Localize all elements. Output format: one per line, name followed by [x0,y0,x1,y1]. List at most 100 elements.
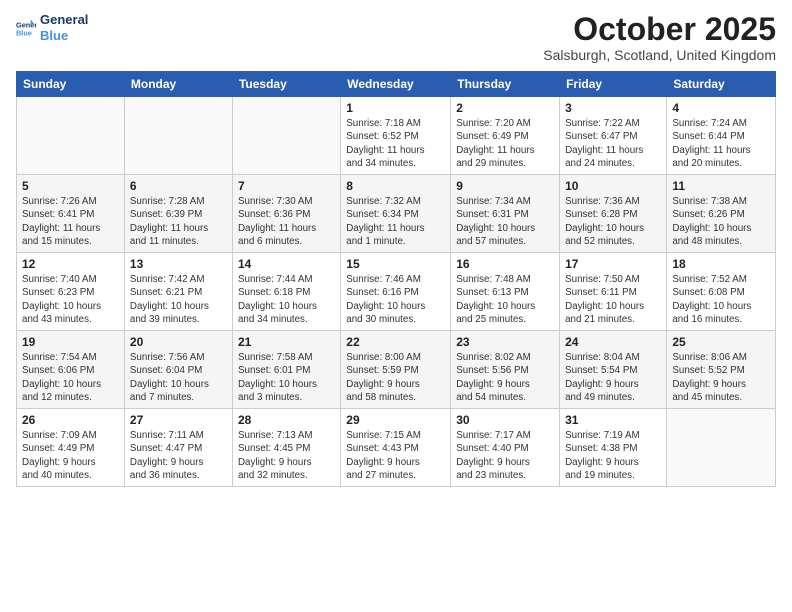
calendar-cell: 28Sunrise: 7:13 AM Sunset: 4:45 PM Dayli… [232,409,340,487]
weekday-tuesday: Tuesday [232,72,340,97]
day-number: 6 [130,179,227,193]
calendar-cell: 7 Sunrise: 7:30 AM Sunset: 6:36 PM Daylig… [232,175,340,253]
day-info: Sunrise: 7:11 AM Sunset: 4:47 PM Dayligh… [130,429,227,482]
calendar-cell [232,97,340,175]
calendar-cell: 17 Sunrise: 7:50 AM Sunset: 6:11 PM Dayli… [560,253,667,331]
day-number: 22 [346,335,445,349]
svg-text:Blue: Blue [16,28,32,37]
day-info: Sunrise: 7:46 AM Sunset: 6:16 PM Dayligh… [346,273,445,326]
calendar-cell: 16 Sunrise: 7:48 AM Sunset: 6:13 PM Dayli… [451,253,560,331]
day-number: 31 [565,413,661,427]
calendar-cell: 8Sunrise: 7:32 AM Sunset: 6:34 PM Daylig… [341,175,451,253]
day-number: 18 [672,257,770,271]
day-number: 26 [22,413,119,427]
day-info: Sunrise: 7:58 AM Sunset: 6:01 PM Dayligh… [238,351,335,404]
day-info: Sunrise: 7:40 AM Sunset: 6:23 PM Dayligh… [22,273,119,326]
day-number: 19 [22,335,119,349]
day-number: 21 [238,335,335,349]
weekday-header-row: SundayMondayTuesdayWednesdayThursdayFrid… [17,72,776,97]
calendar-cell: 12Sunrise: 7:40 AM Sunset: 6:23 PM Dayli… [17,253,125,331]
day-number: 7 [238,179,335,193]
calendar-cell: 11Sunrise: 7:38 AM Sunset: 6:26 PM Dayli… [667,175,776,253]
weekday-thursday: Thursday [451,72,560,97]
logo-blue: Blue [40,28,88,44]
day-number: 2 [456,101,554,115]
calendar-cell [667,409,776,487]
day-info: Sunrise: 7:54 AM Sunset: 6:06 PM Dayligh… [22,351,119,404]
week-row-3: 12Sunrise: 7:40 AM Sunset: 6:23 PM Dayli… [17,253,776,331]
calendar-cell: 2 Sunrise: 7:20 AM Sunset: 6:49 PM Daylig… [451,97,560,175]
calendar-cell: 3Sunrise: 7:22 AM Sunset: 6:47 PM Daylig… [560,97,667,175]
weekday-saturday: Saturday [667,72,776,97]
weekday-monday: Monday [124,72,232,97]
calendar-cell: 4 Sunrise: 7:24 AM Sunset: 6:44 PM Daylig… [667,97,776,175]
week-row-2: 5Sunrise: 7:26 AM Sunset: 6:41 PM Daylig… [17,175,776,253]
calendar-table: SundayMondayTuesdayWednesdayThursdayFrid… [16,71,776,487]
calendar-cell: 10 Sunrise: 7:36 AM Sunset: 6:28 PM Dayli… [560,175,667,253]
day-info: Sunrise: 7:19 AM Sunset: 4:38 PM Dayligh… [565,429,661,482]
calendar-cell: 1 Sunrise: 7:18 AM Sunset: 6:52 PM Daylig… [341,97,451,175]
day-number: 13 [130,257,227,271]
weekday-wednesday: Wednesday [341,72,451,97]
day-info: Sunrise: 7:22 AM Sunset: 6:47 PM Dayligh… [565,117,661,170]
day-number: 1 [346,101,445,115]
calendar-cell: 13 Sunrise: 7:42 AM Sunset: 6:21 PM Dayli… [124,253,232,331]
day-info: Sunrise: 7:56 AM Sunset: 6:04 PM Dayligh… [130,351,227,404]
calendar-cell: 29Sunrise: 7:15 AM Sunset: 4:43 PM Dayli… [341,409,451,487]
day-info: Sunrise: 7:36 AM Sunset: 6:28 PM Dayligh… [565,195,661,248]
day-info: Sunrise: 7:13 AM Sunset: 4:45 PM Dayligh… [238,429,335,482]
day-number: 23 [456,335,554,349]
day-info: Sunrise: 7:20 AM Sunset: 6:49 PM Dayligh… [456,117,554,170]
day-info: Sunrise: 7:34 AM Sunset: 6:31 PM Dayligh… [456,195,554,248]
day-info: Sunrise: 7:24 AM Sunset: 6:44 PM Dayligh… [672,117,770,170]
day-info: Sunrise: 7:28 AM Sunset: 6:39 PM Dayligh… [130,195,227,248]
day-number: 8 [346,179,445,193]
calendar-cell: 26 Sunrise: 7:09 AM Sunset: 4:49 PM Dayli… [17,409,125,487]
calendar-cell [17,97,125,175]
day-info: Sunrise: 7:42 AM Sunset: 6:21 PM Dayligh… [130,273,227,326]
day-number: 9 [456,179,554,193]
day-number: 10 [565,179,661,193]
day-number: 25 [672,335,770,349]
week-row-1: 1 Sunrise: 7:18 AM Sunset: 6:52 PM Daylig… [17,97,776,175]
day-info: Sunrise: 8:06 AM Sunset: 5:52 PM Dayligh… [672,351,770,404]
day-info: Sunrise: 7:52 AM Sunset: 6:08 PM Dayligh… [672,273,770,326]
calendar-cell: 24 Sunrise: 8:04 AM Sunset: 5:54 PM Dayli… [560,331,667,409]
calendar-cell: 31 Sunrise: 7:19 AM Sunset: 4:38 PM Dayli… [560,409,667,487]
day-info: Sunrise: 7:50 AM Sunset: 6:11 PM Dayligh… [565,273,661,326]
title-block: October 2025 Salsburgh, Scotland, United… [543,12,776,63]
day-number: 29 [346,413,445,427]
day-number: 14 [238,257,335,271]
calendar-cell: 18 Sunrise: 7:52 AM Sunset: 6:08 PM Dayli… [667,253,776,331]
day-info: Sunrise: 7:30 AM Sunset: 6:36 PM Dayligh… [238,195,335,248]
day-info: Sunrise: 7:09 AM Sunset: 4:49 PM Dayligh… [22,429,119,482]
day-info: Sunrise: 8:04 AM Sunset: 5:54 PM Dayligh… [565,351,661,404]
calendar-cell: 23Sunrise: 8:02 AM Sunset: 5:56 PM Dayli… [451,331,560,409]
day-info: Sunrise: 7:48 AM Sunset: 6:13 PM Dayligh… [456,273,554,326]
day-number: 11 [672,179,770,193]
day-info: Sunrise: 7:18 AM Sunset: 6:52 PM Dayligh… [346,117,445,170]
calendar-cell: 30 Sunrise: 7:17 AM Sunset: 4:40 PM Dayli… [451,409,560,487]
day-info: Sunrise: 7:44 AM Sunset: 6:18 PM Dayligh… [238,273,335,326]
calendar-cell: 9 Sunrise: 7:34 AM Sunset: 6:31 PM Daylig… [451,175,560,253]
day-info: Sunrise: 7:17 AM Sunset: 4:40 PM Dayligh… [456,429,554,482]
day-info: Sunrise: 8:00 AM Sunset: 5:59 PM Dayligh… [346,351,445,404]
day-number: 30 [456,413,554,427]
day-number: 4 [672,101,770,115]
month-title: October 2025 [543,12,776,47]
logo-general: General [40,12,88,28]
calendar-cell: 6 Sunrise: 7:28 AM Sunset: 6:39 PM Daylig… [124,175,232,253]
day-number: 16 [456,257,554,271]
day-number: 17 [565,257,661,271]
calendar-cell: 5Sunrise: 7:26 AM Sunset: 6:41 PM Daylig… [17,175,125,253]
page-header: General Blue General Blue October 2025 S… [16,12,776,63]
day-number: 27 [130,413,227,427]
calendar-cell: 19 Sunrise: 7:54 AM Sunset: 6:06 PM Dayli… [17,331,125,409]
day-number: 24 [565,335,661,349]
week-row-4: 19 Sunrise: 7:54 AM Sunset: 6:06 PM Dayli… [17,331,776,409]
calendar-cell: 21 Sunrise: 7:58 AM Sunset: 6:01 PM Dayli… [232,331,340,409]
calendar-cell: 15 Sunrise: 7:46 AM Sunset: 6:16 PM Dayli… [341,253,451,331]
location: Salsburgh, Scotland, United Kingdom [543,47,776,63]
weekday-sunday: Sunday [17,72,125,97]
day-number: 15 [346,257,445,271]
